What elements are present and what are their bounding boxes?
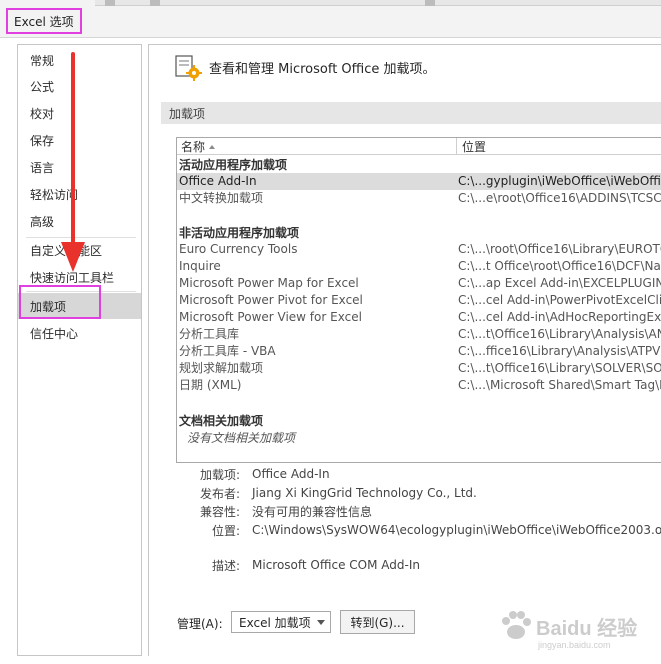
row-location: C:\...\root\Office16\Library\EUROTO	[458, 242, 661, 256]
detail-value: Office Add-In	[252, 467, 330, 481]
row-name: 中文转换加载项	[179, 191, 264, 205]
window-title-text: Excel 选项	[14, 14, 74, 29]
row-location: C:\...t\Office16\Library\SOLVER\SOL	[458, 361, 661, 375]
row-name: Microsoft Power View for Excel	[179, 310, 362, 324]
ribbon-ghost-icon	[425, 0, 435, 6]
panel-title: 查看和管理 Microsoft Office 加载项。	[209, 61, 436, 77]
column-header-label: 位置	[462, 140, 487, 154]
detail-description: 描述: Microsoft Office COM Add-In	[189, 556, 420, 574]
row-name: Euro Currency Tools	[179, 242, 298, 256]
detail-label: 兼容性:	[199, 504, 240, 519]
nav-item-label: 保存	[30, 133, 55, 148]
red-arrow-annotation	[61, 52, 85, 272]
watermark-subtext: jingyan.baidu.com	[538, 640, 611, 650]
list-header: 名称 位置	[177, 138, 661, 155]
table-row[interactable]: Microsoft Power Map for Excel C:\...ap E…	[177, 275, 661, 292]
table-row[interactable]: 分析工具库 - VBA C:\...ffice16\Library\Analys…	[177, 343, 661, 360]
detail-label: 发布者:	[199, 486, 240, 501]
table-row[interactable]: Office Add-In C:\...gyplugin\iWebOffice\…	[177, 173, 661, 190]
row-name: Microsoft Power Map for Excel	[179, 276, 359, 290]
row-name: 分析工具库 - VBA	[179, 344, 276, 358]
row-name: Office Add-In	[179, 174, 257, 188]
nav-item-label: 高级	[30, 214, 55, 229]
group-header-active: 活动应用程序加载项	[179, 157, 288, 172]
detail-compatibility: 兼容性: 没有可用的兼容性信息	[189, 502, 372, 520]
table-row[interactable]: 规划求解加载项 C:\...t\Office16\Library\SOLVER\…	[177, 360, 661, 377]
nav-item-trust-center[interactable]: 信任中心	[18, 320, 141, 346]
row-location: C:\...gyplugin\iWebOffice\iWebOffice	[458, 174, 661, 188]
detail-value: Jiang Xi KingGrid Technology Co., Ltd.	[252, 486, 477, 500]
detail-value: C:\Windows\SysWOW64\ecologyplugin\iWebOf…	[252, 523, 661, 537]
row-location: C:\...\Microsoft Shared\Smart Tag\M	[458, 378, 661, 392]
row-location: C:\...cel Add-in\PowerPivotExcelClie	[458, 293, 661, 307]
table-row[interactable]: Microsoft Power Pivot for Excel C:\...ce…	[177, 292, 661, 309]
add-in-gear-icon	[173, 52, 203, 82]
ribbon-ghost-icon	[105, 0, 115, 6]
detail-location: 位置: C:\Windows\SysWOW64\ecologyplugin\iW…	[189, 521, 661, 539]
row-location: C:\...e\root\Office16\ADDINS\TCSC	[458, 191, 661, 205]
section-title: 加载项	[169, 106, 206, 121]
detail-value: 没有可用的兼容性信息	[252, 504, 373, 519]
column-header-label: 名称	[181, 140, 206, 154]
manage-selected-value: Excel 加载项	[239, 615, 311, 630]
group-header-inactive: 非活动应用程序加载项	[179, 225, 300, 240]
manage-label: 管理(A):	[177, 617, 223, 631]
baidu-watermark: Baidu 经验 jingyan.baidu.com	[498, 600, 658, 656]
table-row[interactable]: 日期 (XML) C:\...\Microsoft Shared\Smart T…	[177, 377, 661, 394]
detail-value: Microsoft Office COM Add-In	[252, 558, 420, 572]
window-title: Excel 选项	[6, 8, 82, 34]
document-addins-empty: 没有文档相关加载项	[187, 430, 296, 445]
paw-logo-icon	[502, 611, 531, 639]
watermark-text: Baidu 经验	[536, 618, 638, 640]
group-header-document: 文档相关加载项	[179, 413, 264, 428]
nav-item-label: 公式	[30, 79, 55, 94]
row-name: 规划求解加载项	[179, 361, 264, 375]
detail-label: 加载项:	[199, 467, 240, 482]
row-name: 日期 (XML)	[179, 378, 242, 392]
title-bar: Excel 选项	[0, 0, 661, 38]
row-location: C:\...t Office\root\Office16\DCF\Nat	[458, 259, 661, 273]
add-ins-panel: 查看和管理 Microsoft Office 加载项。 加载项 名称 位置 活动…	[148, 44, 661, 656]
column-header-location[interactable]: 位置	[458, 138, 661, 155]
nav-item-label: 校对	[30, 106, 55, 121]
nav-item-label: 语言	[30, 160, 55, 175]
table-row[interactable]: 分析工具库 C:\...t\Office16\Library\Analysis\…	[177, 326, 661, 343]
ribbon-fragment	[95, 0, 661, 6]
column-header-name[interactable]: 名称	[177, 138, 457, 155]
row-location: C:\...cel Add-in\AdHocReportingExc	[458, 310, 661, 324]
sort-ascending-icon	[209, 144, 216, 149]
table-row[interactable]: Microsoft Power View for Excel C:\...cel…	[177, 309, 661, 326]
nav-item-label: 常规	[30, 53, 55, 68]
ribbon-ghost-icon	[150, 0, 160, 6]
row-location: C:\...ap Excel Add-in\EXCELPLUGINS	[458, 276, 661, 290]
section-header: 加载项	[161, 102, 661, 124]
row-location: C:\...t\Office16\Library\Analysis\ANA	[458, 327, 661, 341]
nav-item-label: 信任中心	[30, 326, 79, 341]
row-location: C:\...ffice16\Library\Analysis\ATPVBA	[458, 344, 661, 358]
detail-label: 描述:	[211, 558, 240, 573]
add-ins-list[interactable]: 名称 位置 活动应用程序加载项 Office Add-In C:\...gypl…	[176, 137, 661, 463]
detail-publisher: 发布者: Jiang Xi KingGrid Technology Co., L…	[189, 484, 477, 502]
table-row[interactable]: Euro Currency Tools C:\...\root\Office16…	[177, 241, 661, 258]
row-name: 分析工具库	[179, 327, 240, 341]
row-name: Microsoft Power Pivot for Excel	[179, 293, 363, 307]
chevron-down-icon	[317, 620, 325, 625]
detail-label: 位置:	[211, 523, 240, 538]
table-row[interactable]: Inquire C:\...t Office\root\Office16\DCF…	[177, 258, 661, 275]
table-row[interactable]: 中文转换加载项 C:\...e\root\Office16\ADDINS\TCS…	[177, 190, 661, 207]
go-button[interactable]: 转到(G)...	[340, 610, 415, 634]
manage-select[interactable]: Excel 加载项	[231, 611, 331, 633]
add-ins-highlight-box	[19, 285, 101, 319]
row-name: Inquire	[179, 259, 221, 273]
panel-header: 查看和管理 Microsoft Office 加载项。	[173, 52, 436, 82]
detail-addin: 加载项: Office Add-In	[189, 465, 330, 483]
